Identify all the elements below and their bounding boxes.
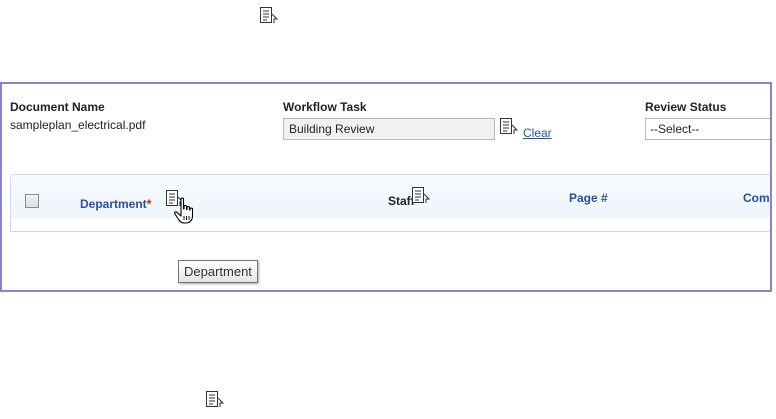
column-department[interactable]: Department* — [80, 197, 151, 211]
document-name-label: Document Name — [10, 100, 105, 114]
fill-down-icon-bottom[interactable] — [205, 390, 225, 409]
document-name-value: sampleplan_electrical.pdf — [10, 118, 146, 132]
review-status-select[interactable]: --Select-- — [645, 118, 770, 140]
workflow-task-label: Workflow Task — [283, 100, 367, 114]
column-department-label: Department — [80, 197, 147, 211]
department-tooltip: Department — [178, 260, 258, 283]
workflow-fill-down-icon[interactable] — [499, 117, 519, 136]
review-status-label: Review Status — [645, 100, 727, 114]
clear-link[interactable]: Clear — [523, 126, 552, 140]
workflow-task-input[interactable]: Building Review — [283, 118, 495, 140]
comments-grid-body — [10, 218, 770, 232]
fill-down-icon[interactable] — [259, 6, 279, 25]
column-page[interactable]: Page # — [569, 191, 608, 205]
required-marker: * — [146, 197, 152, 211]
staff-fill-down-icon[interactable] — [411, 186, 431, 205]
select-all-checkbox[interactable] — [25, 194, 39, 208]
column-comments[interactable]: Com — [743, 191, 770, 205]
review-form-panel: Document Name sampleplan_electrical.pdf … — [0, 82, 772, 292]
page-root: { "icons": { "top_icon": "fill-down-icon… — [0, 0, 776, 419]
hand-pointer-icon — [173, 197, 199, 228]
